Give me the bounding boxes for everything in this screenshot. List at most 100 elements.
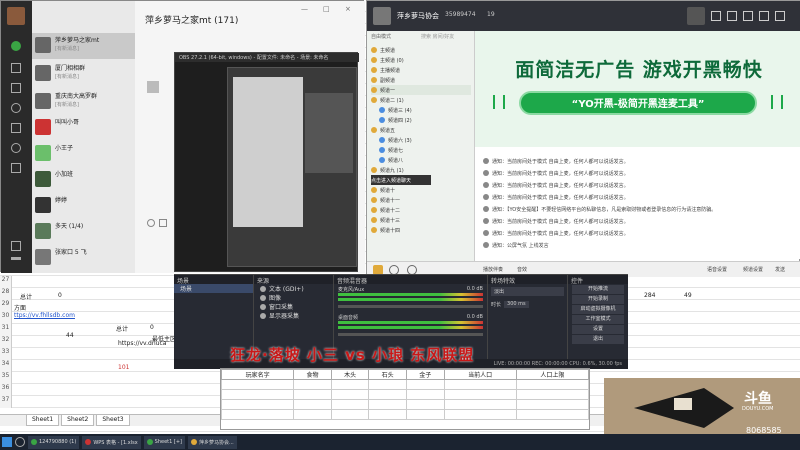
toolbar-button[interactable]: 音效 [517,266,527,273]
taskbar-item[interactable]: 萍乡萝马协会... [187,435,237,449]
tree-item[interactable]: 频道十 [371,185,471,195]
close-button[interactable]: × [345,5,351,13]
chat-icon[interactable] [11,41,21,51]
sheet-tab[interactable]: Sheet3 [96,415,130,426]
tree-item[interactable]: 频道五 [371,125,471,135]
tree-label: 频道十一 [380,197,401,204]
tree-item[interactable]: 频道十四 [371,225,471,235]
cell-284[interactable]: 284 [644,292,655,299]
tree-label: 频道四 (2) [388,117,412,124]
transition-select[interactable]: 淡出 [491,287,564,296]
tree-item[interactable]: 副频道 [371,75,471,85]
list-item[interactable]: 多天 (1/4) [32,219,135,245]
settings-icon[interactable] [759,11,769,21]
menu-icon[interactable] [11,257,21,260]
studio-mode-button[interactable]: 工作室模式 [572,315,624,324]
emoji-icon[interactable] [147,219,155,227]
source-item[interactable]: 显示器采集 [254,311,333,320]
phone-icon[interactable] [11,241,21,251]
table-header: 玩家名字 [220,369,295,380]
cell-total-2[interactable]: 总计 [116,324,128,333]
list-item[interactable]: 叫叫小哥 [32,115,135,141]
source-item[interactable]: 图像 [254,293,333,302]
list-item[interactable]: 萍乡萝马之家mt [有新消息] [32,33,135,59]
virtual-camera-button[interactable]: 启动虚拟摄像机 [572,305,624,314]
list-item[interactable]: 厦门相相群 [有新消息] [32,61,135,87]
mail-icon[interactable] [743,11,753,21]
tree-label: 主频道 (0) [380,57,404,64]
home-icon[interactable] [687,7,705,25]
start-recording-button[interactable]: 开始录制 [572,295,624,304]
tree-item[interactable]: 主播频道 [371,65,471,75]
search-icon[interactable] [11,143,21,153]
avatar[interactable] [373,7,391,25]
toolbar-button[interactable]: 语音设置 [707,266,727,273]
list-item[interactable]: 婷婷 [32,193,135,219]
list-item[interactable]: 小加班 [32,167,135,193]
source-item[interactable]: 窗口采集 [254,302,333,311]
search-input[interactable]: 搜索 房间/好友 [421,33,454,40]
tree-item[interactable]: 频道一 [371,85,471,95]
tree-item[interactable]: 主频道 [371,45,471,55]
sheet-tab[interactable]: Sheet2 [61,415,95,426]
tree-item[interactable]: 频道七 [371,145,471,155]
cell-value[interactable]: 0 [58,292,62,299]
list-item[interactable]: 小王子 [32,141,135,167]
taskbar-item[interactable]: Sheet1 [+] [143,435,185,449]
send-button[interactable]: 发送 [775,266,785,273]
tree-item[interactable]: 频道十三 [371,215,471,225]
folder-icon[interactable] [159,219,167,227]
calendar-icon[interactable] [711,11,721,21]
tree-item[interactable]: 频道四 (2) [371,115,471,125]
tree-item[interactable]: 频道十一 [371,195,471,205]
cell-49[interactable]: 49 [684,292,692,299]
scene-item[interactable]: 场景 [174,284,253,293]
duration-input[interactable]: 300 ms [504,301,529,308]
cell-number[interactable]: 44 [66,332,74,339]
gamepad-icon[interactable] [727,11,737,21]
taskbar-label: Sheet1 [+] [154,439,182,445]
cell-link[interactable]: ttps://vv.fhllsdb.com [14,312,75,319]
close-icon[interactable] [775,11,785,21]
tree-item[interactable]: 频道十二 [371,205,471,215]
tree-item[interactable]: 频道九 (1) [371,165,471,175]
chat-name: 小加班 [55,171,74,178]
sheet-tab[interactable]: Sheet1 [26,415,60,426]
channel-icon [371,87,377,93]
cell-value-2[interactable]: 0 [150,324,154,331]
volume-slider[interactable] [338,333,483,336]
moments-icon[interactable] [11,123,21,133]
list-item[interactable]: 张家口 5 飞 [32,245,135,271]
avatar[interactable] [7,7,25,25]
tree-item[interactable]: 频道二 (1) [371,95,471,105]
cell-total[interactable]: 总计 [20,292,32,301]
start-streaming-button[interactable]: 开始推流 [572,285,624,294]
exit-button[interactable]: 退出 [572,335,624,344]
volume-slider[interactable] [338,305,483,308]
source-item[interactable]: 文本 (GDI+) [254,284,333,293]
list-item[interactable]: 重庆南大高罗群 [有新消息] [32,89,135,115]
windows-start-icon[interactable] [2,437,12,447]
mini-program-icon[interactable] [11,163,21,173]
promo-banner[interactable]: 面简洁无广告 游戏开黑畅快 “YO开黑-极简开黑连麦工具” [475,31,800,147]
folder-icon[interactable] [11,103,21,113]
tree-item[interactable]: 频道六 (3) [371,135,471,145]
toolbar-button[interactable]: 播放伴奏 [483,266,503,273]
tree-item[interactable]: 频道三 (4) [371,105,471,115]
cell-red[interactable]: 101 [118,364,129,371]
tree-item[interactable]: 频道八 [371,155,471,165]
taskbar-item[interactable]: 124790880 (1) [28,435,80,449]
text-icon [260,285,266,292]
search-icon[interactable] [15,437,25,447]
cell-label[interactable]: 方面 [14,303,26,312]
toolbar-button[interactable]: 频道设置 [743,266,763,273]
cube-icon[interactable] [11,83,21,93]
maximize-button[interactable]: □ [323,5,330,13]
cell-url[interactable]: https://vv.dnuca [118,340,166,347]
tree-item[interactable]: 主频道 (0) [371,55,471,65]
chat-app-sidebar [1,1,32,273]
contacts-icon[interactable] [11,63,21,73]
settings-button[interactable]: 设置 [572,325,624,334]
minimize-button[interactable]: — [301,5,308,13]
taskbar-item[interactable]: WPS 表格 - [1.xlsx [82,435,141,449]
